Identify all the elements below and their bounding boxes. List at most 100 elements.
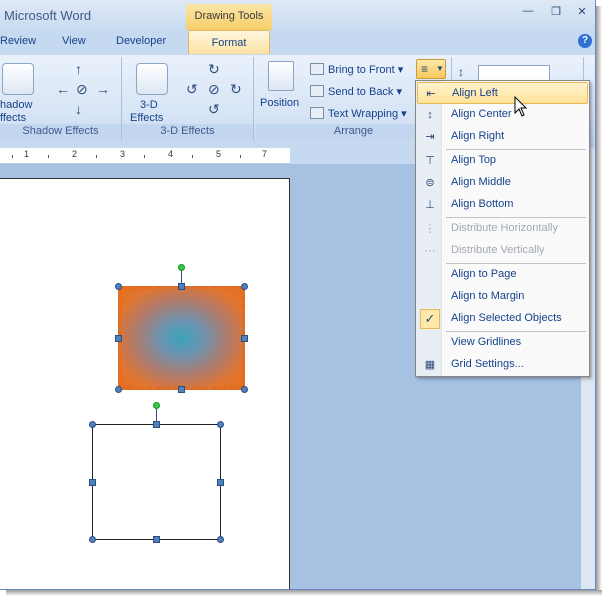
tilt-down-icon[interactable]: ↺ (208, 101, 220, 118)
align-right-icon: ⇥ (425, 131, 435, 143)
menu-item-align-to-margin[interactable]: Align to Margin (417, 286, 588, 308)
resize-handle[interactable] (89, 421, 96, 428)
ruler-label: 7 (262, 149, 268, 159)
menu-item-align-to-page[interactable]: Align to Page (417, 264, 588, 286)
chevron-down-icon: ▼ (436, 64, 444, 73)
menu-item-align-top[interactable]: ⊤ Align Top (417, 150, 588, 172)
shadow-effects-label-1[interactable]: hadow (0, 99, 32, 111)
text-wrapping-icon (310, 107, 324, 119)
menu-item-align-left[interactable]: ⇤ Align Left (417, 82, 588, 104)
bring-to-front-button[interactable]: Bring to Front ▾ (310, 63, 403, 76)
nudge-left-icon[interactable]: ← (56, 81, 70, 97)
horizontal-ruler: 1 2 3 4 5 7 (0, 148, 290, 164)
resize-handle[interactable] (217, 536, 224, 543)
menu-item-align-center[interactable]: ↕ Align Center (417, 104, 588, 126)
menu-item-align-right[interactable]: ⇥ Align Right (417, 126, 588, 148)
resize-handle[interactable] (217, 479, 224, 486)
three-d-label-2[interactable]: Effects (130, 112, 163, 124)
distribute-horizontal-icon: ⋮ (424, 223, 436, 235)
empty-rectangle-shape[interactable] (92, 424, 221, 540)
app-title: Microsoft Word (4, 8, 92, 23)
resize-handle[interactable] (153, 421, 160, 428)
menu-item-align-selected-objects[interactable]: ✓ Align Selected Objects (417, 308, 588, 330)
ribbon-tabs: Review View Developer Format ? (0, 30, 595, 54)
align-button[interactable]: ≡ ▼ (416, 59, 446, 79)
help-icon[interactable]: ? (578, 34, 592, 48)
tab-format[interactable]: Format (188, 30, 270, 54)
send-to-back-icon (310, 85, 324, 97)
title-bar: Microsoft Word Drawing Tools — ❐ ✕ (0, 0, 595, 30)
ruler-tick (96, 155, 97, 158)
nudge-down-icon[interactable]: ↓ (75, 101, 82, 117)
tilt-left-icon[interactable]: ↺ (186, 81, 198, 98)
align-dropdown-menu: ⇤ Align Left ↕ Align Center ⇥ Align Righ… (415, 80, 590, 377)
resize-handle[interactable] (241, 335, 248, 342)
menu-item-align-bottom[interactable]: ⊥ Align Bottom (417, 194, 588, 216)
window-shadow-bottom (6, 590, 602, 596)
resize-handle[interactable] (153, 536, 160, 543)
ruler-tick (48, 155, 49, 158)
text-wrapping-button[interactable]: Text Wrapping ▾ (310, 107, 407, 120)
shadow-effects-label-2[interactable]: ffects (0, 112, 26, 124)
position-icon[interactable] (268, 61, 294, 91)
ruler-tick (144, 155, 145, 158)
menu-item-distribute-vertically: ⋯ Distribute Vertically (424, 244, 545, 257)
menu-item-align-middle[interactable]: ⊜ Align Middle (417, 172, 588, 194)
menu-item-distribute-horizontally: ⋮ Distribute Horizontally (424, 222, 558, 235)
menu-item-view-gridlines[interactable]: View Gridlines (417, 332, 588, 354)
restore-icon[interactable]: ❐ (548, 5, 564, 19)
align-left-icon: ⇤ (426, 88, 436, 100)
minimize-icon[interactable]: — (520, 5, 536, 19)
shadow-effects-icon[interactable] (2, 63, 34, 95)
ruler-tick (240, 155, 241, 158)
resize-handle[interactable] (217, 421, 224, 428)
resize-handle[interactable] (89, 479, 96, 486)
resize-handle[interactable] (115, 335, 122, 342)
resize-handle[interactable] (89, 536, 96, 543)
resize-handle[interactable] (241, 386, 248, 393)
ruler-label: 1 (24, 149, 30, 159)
resize-handle[interactable] (178, 386, 185, 393)
shadow-effects-group: hadow ffects ↑ ← ⊘ → ↓ Shadow Effects (0, 57, 122, 141)
three-d-effects-group: 3-D Effects ↻ ↺ ⊘ ↻ ↺ 3-D Effects (122, 57, 254, 141)
ruler-tick (12, 155, 13, 158)
three-d-label-1[interactable]: 3-D (140, 99, 158, 111)
align-middle-icon: ⊜ (425, 177, 435, 189)
three-d-effects-icon[interactable] (136, 63, 168, 95)
mouse-pointer-icon (514, 96, 528, 117)
height-icon: ↕ (458, 65, 464, 79)
resize-handle[interactable] (115, 283, 122, 290)
three-d-effects-group-label: 3-D Effects (122, 124, 253, 139)
ruler-label: 3 (120, 149, 126, 159)
tab-view[interactable]: View (62, 35, 86, 47)
close-icon[interactable]: ✕ (574, 5, 590, 19)
align-icon: ≡ (421, 62, 429, 76)
distribute-vertical-icon: ⋯ (424, 245, 436, 257)
shadow-effects-group-label: Shadow Effects (0, 124, 121, 139)
tilt-up-icon[interactable]: ↻ (208, 61, 220, 78)
tilt-right-icon[interactable]: ↻ (230, 81, 242, 98)
window-shadow-right (596, 6, 602, 596)
checkmark-icon: ✓ (420, 309, 440, 329)
resize-handle[interactable] (178, 283, 185, 290)
three-d-toggle-icon[interactable]: ⊘ (208, 81, 220, 98)
word-window: Microsoft Word Drawing Tools — ❐ ✕ Revie… (0, 0, 596, 590)
rotate-handle[interactable] (153, 402, 160, 409)
menu-item-grid-settings[interactable]: ▦ Grid Settings... (417, 354, 588, 376)
ruler-label: 5 (216, 149, 222, 159)
height-field[interactable] (478, 65, 550, 81)
orange-gradient-shape[interactable] (118, 286, 245, 390)
nudge-right-icon[interactable]: → (96, 81, 110, 97)
drawing-tools-context-header: Drawing Tools (186, 4, 272, 30)
nudge-up-icon[interactable]: ↑ (75, 61, 82, 77)
ruler-tick (192, 155, 193, 158)
resize-handle[interactable] (115, 386, 122, 393)
resize-handle[interactable] (241, 283, 248, 290)
align-center-icon: ↕ (427, 109, 433, 121)
shadow-toggle-icon[interactable]: ⊘ (76, 81, 88, 98)
tab-review[interactable]: Review (0, 35, 36, 47)
tab-developer[interactable]: Developer (116, 35, 166, 47)
send-to-back-button[interactable]: Send to Back ▾ (310, 85, 402, 98)
rotate-handle[interactable] (178, 264, 185, 271)
position-button[interactable]: Position (260, 97, 299, 109)
